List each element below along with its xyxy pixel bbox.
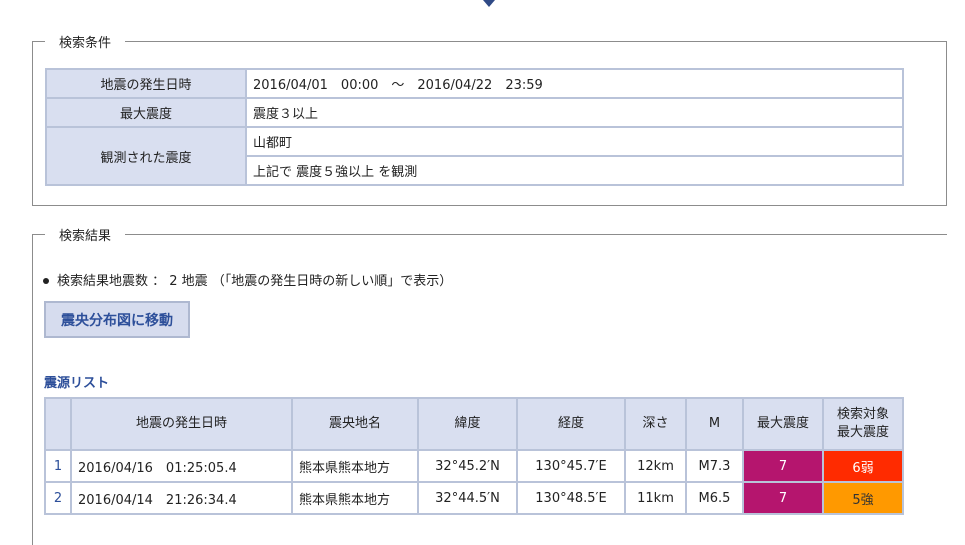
col-header-latitude: 緯度	[417, 397, 518, 451]
cell-search-max-intensity: 6弱	[822, 449, 904, 483]
condition-label-observed-intensity: 観測された震度	[45, 126, 247, 186]
col-header-search-line1: 検索対象	[836, 407, 889, 422]
cell-place: 熊本県熊本地方	[291, 481, 419, 515]
table-header-row: 地震の発生日時 震央地名 緯度 経度 深さ M 最大震度 検索対象 最大震度	[44, 397, 904, 451]
cell-max-intensity: 7	[742, 449, 824, 483]
scroll-down-arrow-icon	[483, 0, 495, 7]
condition-value-observed: 上記で 震度５強以上 を観測	[245, 155, 904, 186]
epicenter-map-button[interactable]: 震央分布図に移動	[44, 301, 190, 338]
row-number-link[interactable]: 1	[44, 449, 72, 483]
col-header-max-intensity: 最大震度	[742, 397, 824, 451]
cell-place: 熊本県熊本地方	[291, 449, 419, 483]
cell-longitude: 130°45.7′E	[516, 449, 626, 483]
col-header-datetime: 地震の発生日時	[70, 397, 293, 451]
cell-datetime: 2016/04/14 21:26:34.4	[70, 481, 293, 515]
conditions-table: 地震の発生日時 2016/04/01 00:00 ～ 2016/04/22 23…	[45, 68, 904, 186]
cell-latitude: 32°45.2′N	[417, 449, 518, 483]
cell-magnitude: M7.3	[685, 449, 744, 483]
cell-latitude: 32°44.5′N	[417, 481, 518, 515]
row-number-link[interactable]: 2	[44, 481, 72, 515]
cell-max-intensity: 7	[742, 481, 824, 515]
condition-value-datetime: 2016/04/01 00:00 ～ 2016/04/22 23:59	[245, 68, 904, 99]
col-header-search-max-intensity: 検索対象 最大震度	[822, 397, 904, 451]
cell-depth: 11km	[624, 481, 687, 515]
col-header-search-line2: 最大震度	[836, 425, 889, 440]
search-conditions-panel: 検索条件 地震の発生日時 2016/04/01 00:00 ～ 2016/04/…	[32, 32, 947, 206]
condition-value-max-intensity: 震度３以上	[245, 97, 904, 128]
col-header-number	[44, 397, 72, 451]
results-summary-text: 検索結果地震数 ： 2 地震 （「地震の発生日時の新しい順」で表示）	[57, 274, 453, 289]
search-results-panel: 検索結果 検索結果地震数 ： 2 地震 （「地震の発生日時の新しい順」で表示） …	[32, 225, 947, 545]
table-row: 2 2016/04/14 21:26:34.4 熊本県熊本地方 32°44.5′…	[44, 481, 904, 515]
condition-row: 最大震度 震度３以上	[45, 97, 904, 128]
condition-row: 観測された震度 山都町	[45, 126, 904, 186]
cell-datetime: 2016/04/16 01:25:05.4	[70, 449, 293, 483]
cell-search-max-intensity: 5強	[822, 481, 904, 515]
condition-row: 地震の発生日時 2016/04/01 00:00 ～ 2016/04/22 23…	[45, 68, 904, 99]
condition-label-max-intensity: 最大震度	[45, 97, 247, 128]
condition-label-datetime: 地震の発生日時	[45, 68, 247, 99]
col-header-place: 震央地名	[291, 397, 419, 451]
col-header-depth: 深さ	[624, 397, 687, 451]
results-summary: 検索結果地震数 ： 2 地震 （「地震の発生日時の新しい順」で表示）	[43, 270, 452, 289]
hypocenter-table: 地震の発生日時 震央地名 緯度 経度 深さ M 最大震度 検索対象 最大震度 1…	[44, 397, 904, 515]
col-header-longitude: 経度	[516, 397, 626, 451]
cell-magnitude: M6.5	[685, 481, 744, 515]
search-results-legend: 検索結果	[59, 229, 112, 244]
table-row: 1 2016/04/16 01:25:05.4 熊本県熊本地方 32°45.2′…	[44, 449, 904, 483]
cell-depth: 12km	[624, 449, 687, 483]
hypocenter-list-title: 震源リスト	[44, 376, 110, 391]
col-header-magnitude: M	[685, 397, 744, 451]
search-conditions-legend: 検索条件	[59, 36, 112, 51]
bullet-icon	[43, 277, 49, 284]
cell-longitude: 130°48.5′E	[516, 481, 626, 515]
condition-value-location: 山都町	[245, 126, 904, 157]
